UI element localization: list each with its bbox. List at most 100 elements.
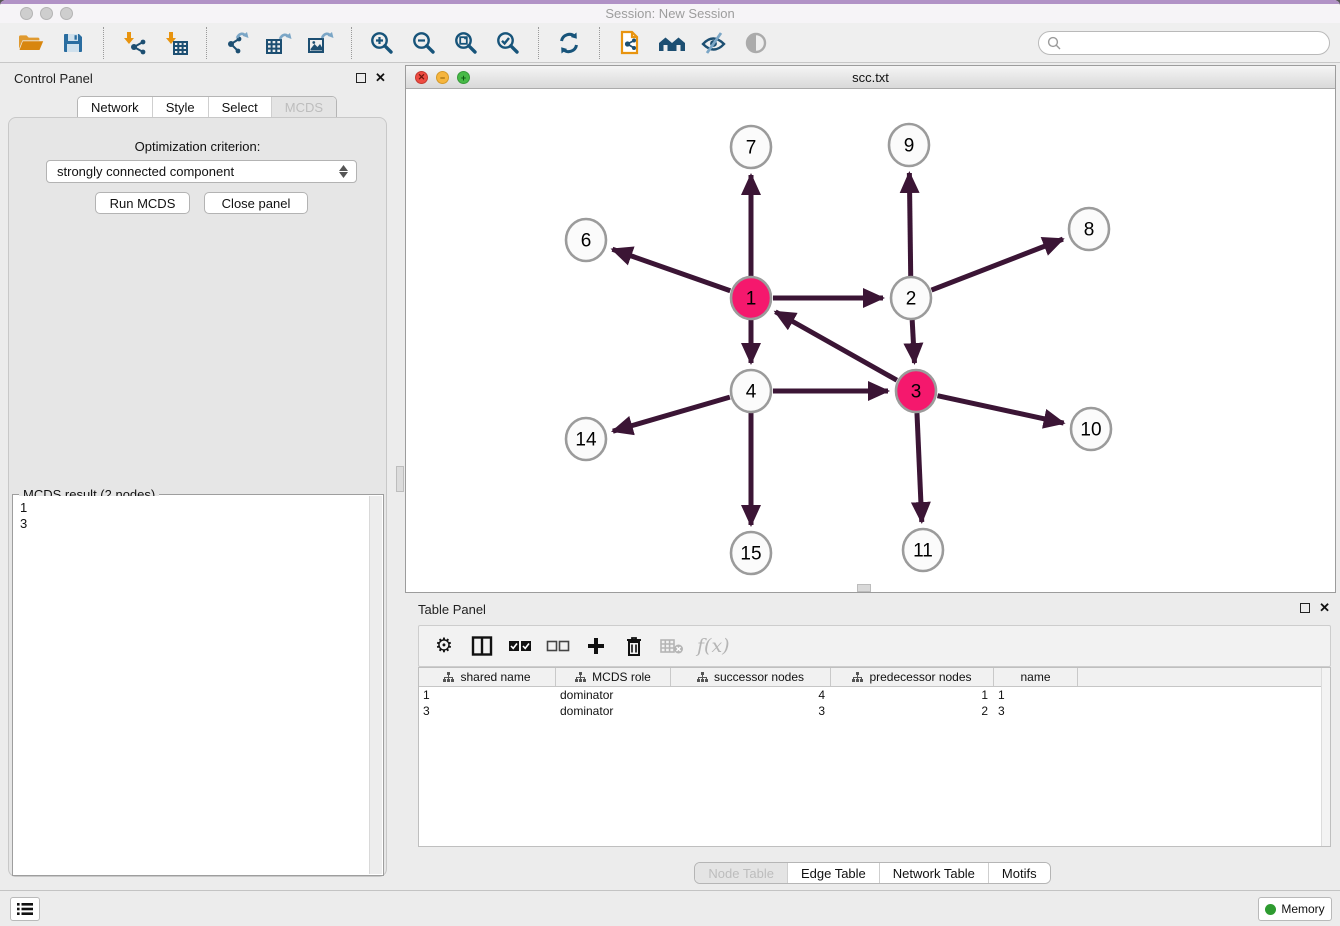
network-view-window: ✕ − + scc.txt 7968124314101511: [405, 65, 1336, 593]
run-mcds-button[interactable]: Run MCDS: [95, 192, 190, 214]
tree-icon: [443, 672, 454, 683]
delete-column-icon[interactable]: [621, 633, 647, 659]
import-table-icon[interactable]: [159, 28, 193, 58]
column-header-label: MCDS role: [592, 670, 651, 684]
first-neighbors-icon[interactable]: [655, 28, 689, 58]
graph-node-label: 2: [906, 289, 917, 310]
column-header-shared-name[interactable]: shared name: [419, 668, 556, 686]
control-panel-title: Control Panel: [14, 71, 93, 86]
table-tab-motifs[interactable]: Motifs: [988, 863, 1050, 883]
column-header-label: successor nodes: [714, 670, 804, 684]
search-input[interactable]: [1038, 31, 1330, 55]
list-icon: [16, 902, 34, 916]
toolbar-separator: [599, 27, 600, 59]
main-toolbar: [0, 23, 1340, 63]
column-header-successor-nodes[interactable]: successor nodes: [671, 668, 831, 686]
control-tab-network[interactable]: Network: [78, 97, 152, 117]
memory-button[interactable]: Memory: [1258, 897, 1332, 921]
select-all-icon[interactable]: [507, 633, 533, 659]
import-network-icon[interactable]: [117, 28, 151, 58]
edge-4-14[interactable]: [613, 397, 730, 431]
table-cell[interactable]: 3: [994, 703, 1078, 719]
node-table-body: 1dominator4113dominator323: [419, 687, 1330, 719]
edge-3-1[interactable]: [775, 312, 896, 380]
table-panel-float-button[interactable]: [1300, 603, 1310, 613]
memory-status-icon: [1265, 904, 1276, 915]
table-cell[interactable]: 1: [994, 687, 1078, 703]
zoom-selected-icon[interactable]: [491, 28, 525, 58]
control-panel-float-button[interactable]: [356, 73, 366, 83]
control-tab-mcds[interactable]: MCDS: [271, 97, 336, 117]
table-row[interactable]: 1dominator411: [419, 687, 1330, 703]
table-cell[interactable]: 3: [419, 703, 556, 719]
table-cell[interactable]: 1: [831, 687, 994, 703]
zoom-out-icon[interactable]: [407, 28, 441, 58]
table-cell[interactable]: dominator: [556, 703, 671, 719]
vertical-splitter-handle[interactable]: [396, 466, 404, 492]
table-cell[interactable]: dominator: [556, 687, 671, 703]
table-cell[interactable]: 3: [671, 703, 831, 719]
table-tab-node-table[interactable]: Node Table: [695, 863, 787, 883]
table-options-icon[interactable]: ⚙: [431, 633, 457, 659]
open-file-icon[interactable]: [14, 28, 48, 58]
app-title: Session: New Session: [0, 6, 1340, 21]
column-header-label: predecessor nodes: [869, 670, 971, 684]
mcds-result-list[interactable]: 13: [14, 496, 369, 874]
export-image-icon[interactable]: [304, 28, 338, 58]
table-tab-edge-table[interactable]: Edge Table: [787, 863, 879, 883]
table-cell[interactable]: 1: [419, 687, 556, 703]
graph-node-label: 10: [1080, 420, 1101, 441]
deselect-all-icon[interactable]: [545, 633, 571, 659]
edge-3-10[interactable]: [937, 396, 1063, 423]
table-toolbar: ⚙ f(x): [418, 625, 1331, 667]
edge-2-9[interactable]: [909, 173, 910, 276]
node-table-header: shared name MCDS role successor nodes prede…: [419, 668, 1330, 687]
column-header-MCDS-role[interactable]: MCDS role: [556, 668, 671, 686]
column-header-predecessor-nodes[interactable]: predecessor nodes: [831, 668, 994, 686]
toolbar-separator: [538, 27, 539, 59]
graph-node-label: 3: [911, 382, 922, 403]
mcds-result-scrollbar[interactable]: [369, 496, 382, 874]
zoom-fit-icon[interactable]: [449, 28, 483, 58]
export-network-icon[interactable]: [220, 28, 254, 58]
table-tab-network-table[interactable]: Network Table: [879, 863, 988, 883]
table-panel-title: Table Panel: [418, 602, 486, 617]
node-table: shared name MCDS role successor nodes prede…: [418, 667, 1331, 847]
edge-3-11[interactable]: [917, 413, 922, 522]
control-panel-close-button[interactable]: ✕: [375, 73, 386, 83]
task-history-button[interactable]: [10, 897, 40, 921]
edge-1-6[interactable]: [612, 249, 730, 290]
table-scrollbar[interactable]: [1321, 668, 1330, 846]
edge-2-3[interactable]: [912, 320, 914, 363]
network-canvas[interactable]: 7968124314101511: [406, 89, 1335, 592]
control-tab-select[interactable]: Select: [208, 97, 271, 117]
criterion-value: strongly connected component: [57, 164, 234, 179]
table-panel-close-button[interactable]: ✕: [1319, 603, 1330, 613]
tree-icon: [852, 672, 863, 683]
network-window-title: scc.txt: [406, 70, 1335, 85]
column-header-name[interactable]: name: [994, 668, 1078, 686]
refresh-icon[interactable]: [552, 28, 586, 58]
application-window: Session: New Session: [0, 0, 1340, 926]
control-tab-style[interactable]: Style: [152, 97, 208, 117]
mcds-result-line: 1: [20, 500, 363, 516]
export-table-icon[interactable]: [262, 28, 296, 58]
clone-network-icon[interactable]: [613, 28, 647, 58]
horizontal-splitter-handle[interactable]: [857, 584, 871, 592]
toolbar-separator: [103, 27, 104, 59]
table-cell[interactable]: 2: [831, 703, 994, 719]
column-visibility-icon[interactable]: [469, 633, 495, 659]
status-bar: Memory: [0, 890, 1340, 926]
mcds-result-line: 3: [20, 516, 363, 532]
add-column-icon[interactable]: [583, 633, 609, 659]
criterion-dropdown[interactable]: strongly connected component: [46, 160, 357, 183]
close-panel-button[interactable]: Close panel: [204, 192, 308, 214]
edge-2-8[interactable]: [932, 239, 1063, 290]
save-session-icon[interactable]: [56, 28, 90, 58]
table-row[interactable]: 3dominator323: [419, 703, 1330, 719]
table-cell[interactable]: 4: [671, 687, 831, 703]
column-header-label: shared name: [460, 670, 530, 684]
hide-graphics-details-icon[interactable]: [697, 28, 731, 58]
zoom-in-icon[interactable]: [365, 28, 399, 58]
network-window-titlebar[interactable]: ✕ − + scc.txt: [406, 66, 1335, 89]
